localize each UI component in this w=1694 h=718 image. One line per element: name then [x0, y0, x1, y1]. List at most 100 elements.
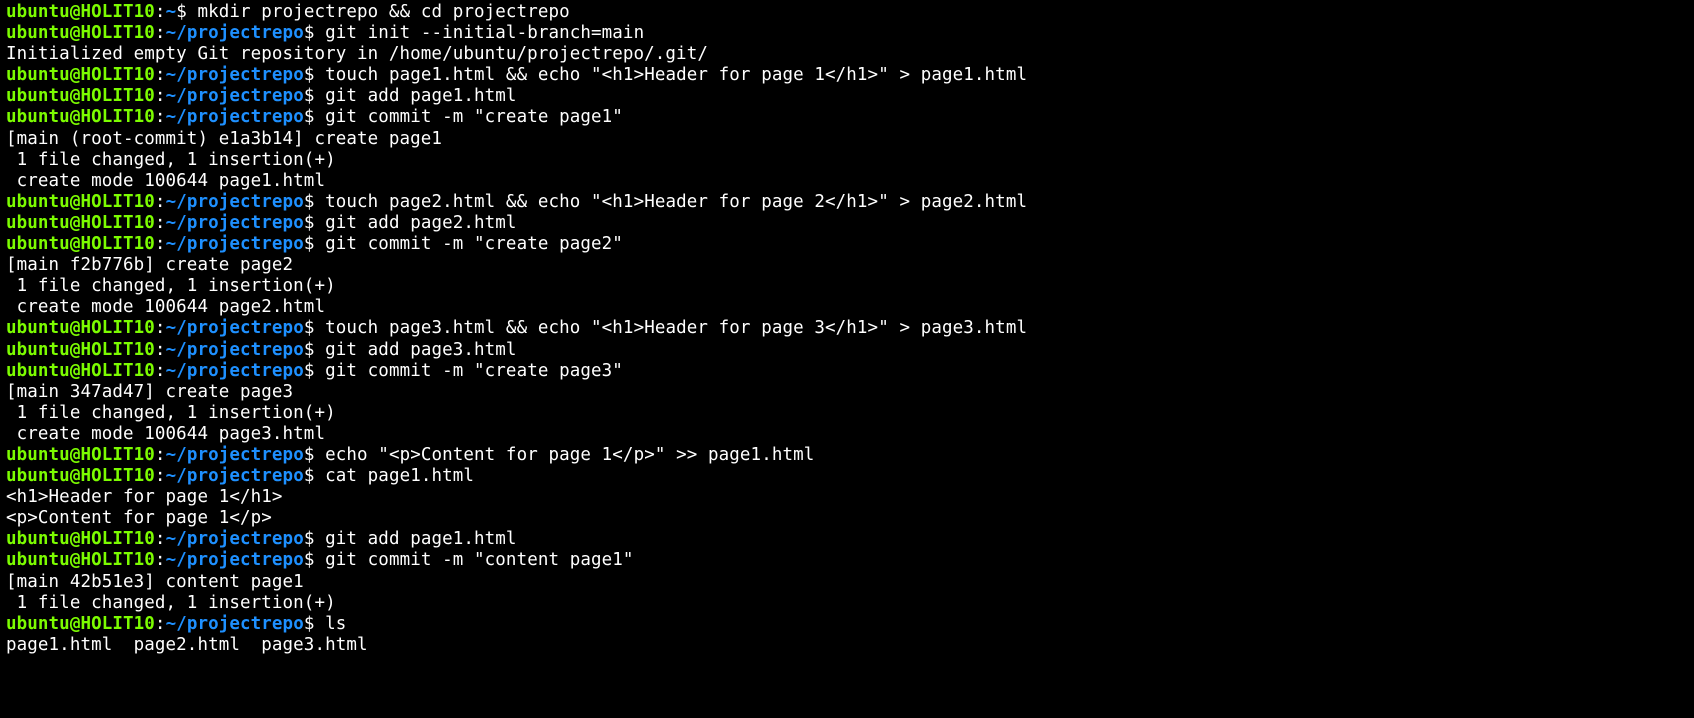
- terminal-line: 1 file changed, 1 insertion(+): [6, 403, 1688, 424]
- prompt-user: ubuntu: [6, 529, 70, 549]
- terminal-line: 1 file changed, 1 insertion(+): [6, 150, 1688, 171]
- shell-prompt: ubuntu@HOLIT10:~/projectrepo$: [6, 213, 325, 233]
- shell-prompt: ubuntu@HOLIT10:~/projectrepo$: [6, 466, 325, 486]
- output-text: Initialized empty Git repository in /hom…: [6, 44, 708, 64]
- terminal-line: 1 file changed, 1 insertion(+): [6, 276, 1688, 297]
- prompt-dollar: $: [304, 234, 325, 254]
- terminal-line: ubuntu@HOLIT10:~/projectrepo$ touch page…: [6, 192, 1688, 213]
- output-text: [main 347ad47] create page3: [6, 382, 293, 402]
- terminal-line: ubuntu@HOLIT10:~/projectrepo$ ls: [6, 614, 1688, 635]
- prompt-colon: :: [155, 550, 166, 570]
- prompt-colon: :: [155, 466, 166, 486]
- command-text: git add page3.html: [325, 340, 516, 360]
- prompt-at: @: [70, 340, 81, 360]
- prompt-host: HOLIT10: [80, 107, 154, 127]
- prompt-at: @: [70, 2, 81, 22]
- shell-prompt: ubuntu@HOLIT10:~/projectrepo$: [6, 192, 325, 212]
- output-text: create mode 100644 page2.html: [6, 297, 325, 317]
- prompt-home: ~: [166, 213, 177, 233]
- terminal-line: 1 file changed, 1 insertion(+): [6, 593, 1688, 614]
- shell-prompt: ubuntu@HOLIT10:~/projectrepo$: [6, 23, 325, 43]
- prompt-colon: :: [155, 529, 166, 549]
- shell-prompt: ubuntu@HOLIT10:~/projectrepo$: [6, 550, 325, 570]
- prompt-path: /projectrepo: [176, 340, 304, 360]
- prompt-home: ~: [166, 192, 177, 212]
- prompt-home: ~: [166, 529, 177, 549]
- prompt-user: ubuntu: [6, 65, 70, 85]
- prompt-host: HOLIT10: [80, 213, 154, 233]
- prompt-home: ~: [166, 318, 177, 338]
- prompt-at: @: [70, 318, 81, 338]
- prompt-at: @: [70, 529, 81, 549]
- output-text: [main (root-commit) e1a3b14] create page…: [6, 129, 442, 149]
- terminal-output-area[interactable]: ubuntu@HOLIT10:~$ mkdir projectrepo && c…: [0, 0, 1694, 656]
- prompt-user: ubuntu: [6, 361, 70, 381]
- shell-prompt: ubuntu@HOLIT10:~/projectrepo$: [6, 318, 325, 338]
- prompt-home: ~: [166, 445, 177, 465]
- command-text: git commit -m "create page2": [325, 234, 623, 254]
- prompt-at: @: [70, 65, 81, 85]
- prompt-host: HOLIT10: [80, 340, 154, 360]
- shell-prompt: ubuntu@HOLIT10:~/projectrepo$: [6, 340, 325, 360]
- command-text: touch page1.html && echo "<h1>Header for…: [325, 65, 1027, 85]
- prompt-path: /projectrepo: [176, 445, 304, 465]
- terminal-line: Initialized empty Git repository in /hom…: [6, 44, 1688, 65]
- shell-prompt: ubuntu@HOLIT10:~/projectrepo$: [6, 614, 325, 634]
- terminal-line: page1.html page2.html page3.html: [6, 635, 1688, 656]
- prompt-user: ubuntu: [6, 466, 70, 486]
- prompt-host: HOLIT10: [80, 2, 154, 22]
- prompt-user: ubuntu: [6, 340, 70, 360]
- terminal-line: [main 42b51e3] content page1: [6, 572, 1688, 593]
- prompt-dollar: $: [304, 86, 325, 106]
- command-text: echo "<p>Content for page 1</p>" >> page…: [325, 445, 814, 465]
- prompt-home: ~: [166, 550, 177, 570]
- prompt-home: ~: [166, 614, 177, 634]
- shell-prompt: ubuntu@HOLIT10:~/projectrepo$: [6, 86, 325, 106]
- command-text: git add page1.html: [325, 86, 516, 106]
- prompt-dollar: $: [304, 529, 325, 549]
- prompt-host: HOLIT10: [80, 614, 154, 634]
- command-text: git add page1.html: [325, 529, 516, 549]
- terminal-line: ubuntu@HOLIT10:~/projectrepo$ echo "<p>C…: [6, 445, 1688, 466]
- shell-prompt: ubuntu@HOLIT10:~/projectrepo$: [6, 529, 325, 549]
- prompt-path: /projectrepo: [176, 318, 304, 338]
- command-text: git commit -m "content page1": [325, 550, 633, 570]
- prompt-user: ubuntu: [6, 86, 70, 106]
- command-text: mkdir projectrepo && cd projectrepo: [197, 2, 569, 22]
- prompt-colon: :: [155, 234, 166, 254]
- prompt-at: @: [70, 107, 81, 127]
- prompt-path: /projectrepo: [176, 550, 304, 570]
- command-text: git init --initial-branch=main: [325, 23, 644, 43]
- prompt-path: /projectrepo: [176, 23, 304, 43]
- shell-prompt: ubuntu@HOLIT10:~/projectrepo$: [6, 234, 325, 254]
- terminal-line: create mode 100644 page2.html: [6, 297, 1688, 318]
- prompt-dollar: $: [304, 361, 325, 381]
- prompt-dollar: $: [304, 192, 325, 212]
- prompt-path: /projectrepo: [176, 213, 304, 233]
- prompt-home: ~: [166, 340, 177, 360]
- prompt-dollar: $: [304, 213, 325, 233]
- prompt-host: HOLIT10: [80, 86, 154, 106]
- prompt-host: HOLIT10: [80, 234, 154, 254]
- output-text: 1 file changed, 1 insertion(+): [6, 276, 336, 296]
- command-text: ls: [325, 614, 346, 634]
- prompt-at: @: [70, 466, 81, 486]
- prompt-dollar: $: [304, 65, 325, 85]
- prompt-host: HOLIT10: [80, 529, 154, 549]
- prompt-at: @: [70, 614, 81, 634]
- prompt-colon: :: [155, 86, 166, 106]
- prompt-at: @: [70, 213, 81, 233]
- prompt-user: ubuntu: [6, 23, 70, 43]
- terminal-line: ubuntu@HOLIT10:~/projectrepo$ touch page…: [6, 65, 1688, 86]
- terminal-line: ubuntu@HOLIT10:~/projectrepo$ git add pa…: [6, 213, 1688, 234]
- terminal-line: create mode 100644 page1.html: [6, 171, 1688, 192]
- prompt-host: HOLIT10: [80, 65, 154, 85]
- shell-prompt: ubuntu@HOLIT10:~/projectrepo$: [6, 107, 325, 127]
- prompt-dollar: $: [304, 445, 325, 465]
- output-text: 1 file changed, 1 insertion(+): [6, 150, 336, 170]
- terminal-line: ubuntu@HOLIT10:~/projectrepo$ touch page…: [6, 318, 1688, 339]
- prompt-user: ubuntu: [6, 614, 70, 634]
- terminal-line: [main f2b776b] create page2: [6, 255, 1688, 276]
- prompt-path: /projectrepo: [176, 361, 304, 381]
- prompt-host: HOLIT10: [80, 192, 154, 212]
